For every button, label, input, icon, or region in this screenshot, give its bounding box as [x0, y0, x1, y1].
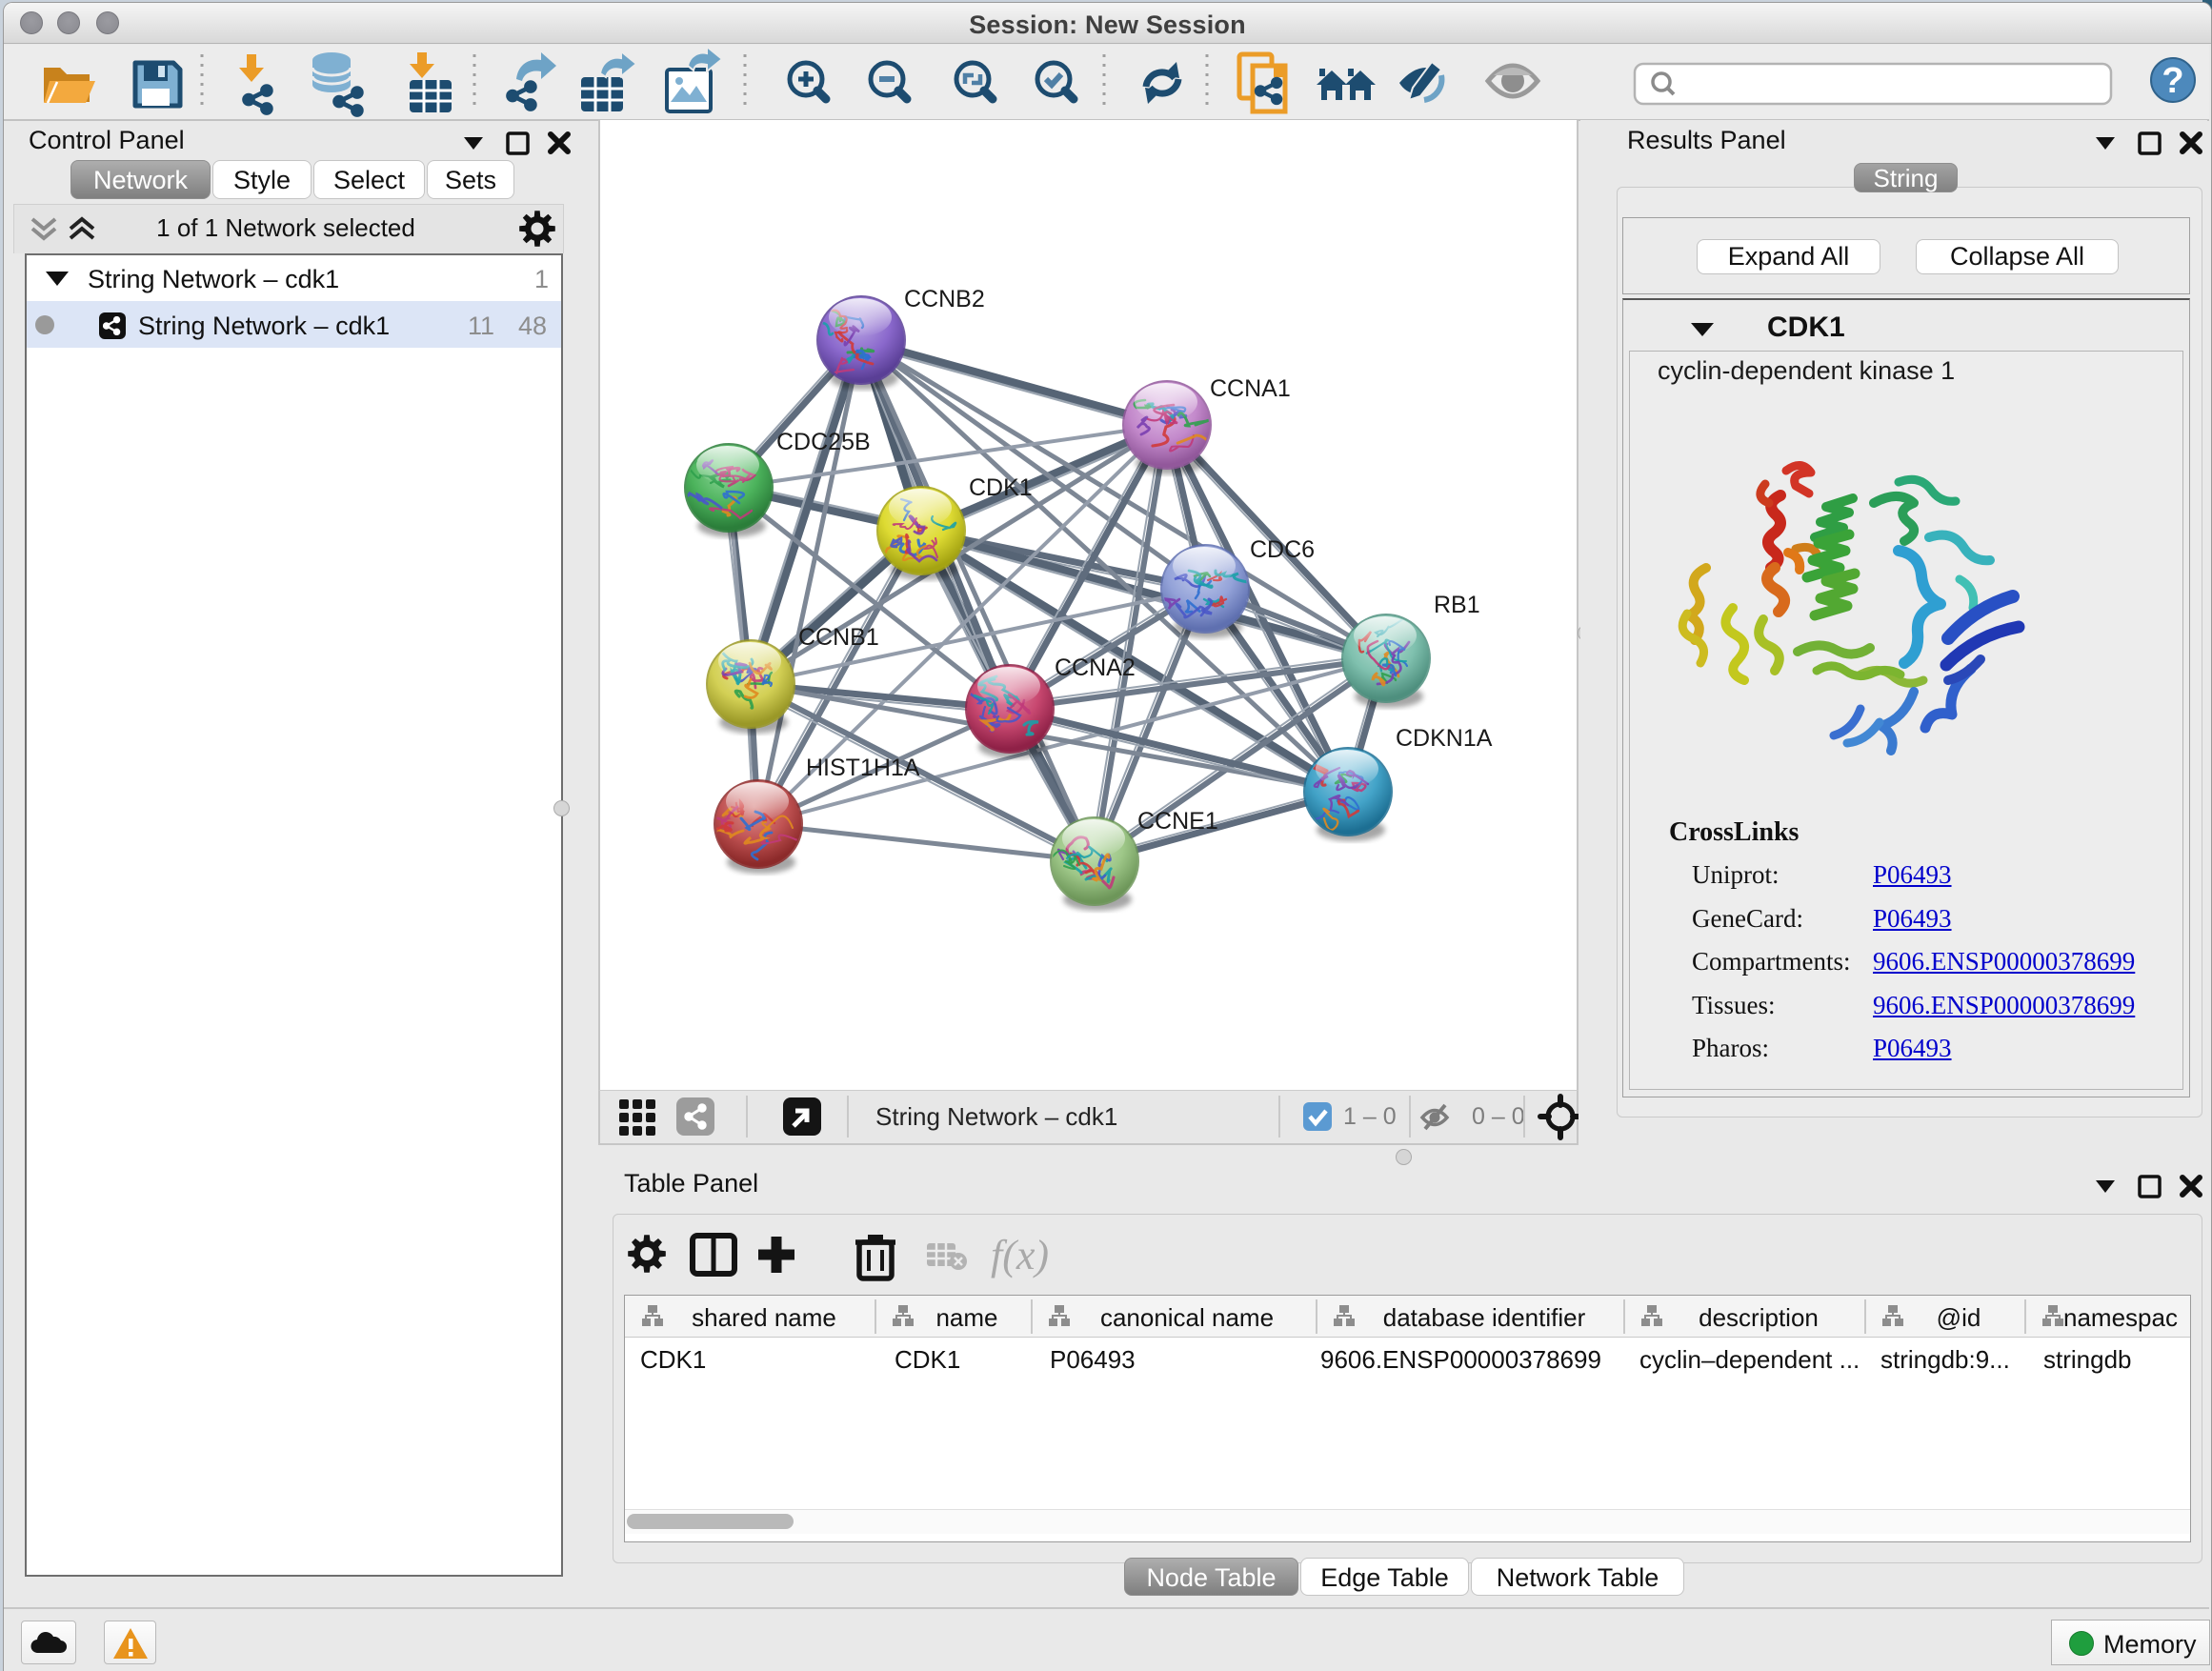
svg-text:CDK1: CDK1 — [969, 474, 1033, 501]
svg-text:canonical name: canonical name — [1100, 1303, 1274, 1332]
svg-text:CDC25B: CDC25B — [776, 429, 871, 455]
svg-text:CCNA1: CCNA1 — [1210, 375, 1291, 402]
svg-text:CCNB1: CCNB1 — [798, 624, 879, 651]
svg-text:?: ? — [2162, 61, 2183, 101]
svg-text:0 – 0: 0 – 0 — [1472, 1103, 1525, 1130]
svg-text:database identifier: database identifier — [1383, 1303, 1586, 1332]
svg-text:HIST1H1A: HIST1H1A — [806, 755, 920, 781]
svg-text:@id: @id — [1937, 1303, 1981, 1332]
svg-text:CDKN1A: CDKN1A — [1396, 725, 1493, 752]
svg-text:shared name: shared name — [692, 1303, 836, 1332]
svg-text:CDC6: CDC6 — [1250, 536, 1315, 563]
svg-text:CCNB2: CCNB2 — [904, 286, 985, 312]
svg-text:namespac: namespac — [2063, 1303, 2178, 1332]
svg-text:description: description — [1699, 1303, 1819, 1332]
svg-text:f(x): f(x) — [991, 1232, 1049, 1278]
svg-text:String Network – cdk1: String Network – cdk1 — [875, 1102, 1117, 1131]
svg-text:CCNA2: CCNA2 — [1055, 654, 1136, 681]
svg-text:CCNE1: CCNE1 — [1137, 808, 1218, 835]
svg-text:RB1: RB1 — [1434, 592, 1480, 618]
svg-text:name: name — [935, 1303, 997, 1332]
svg-text:1 – 0: 1 – 0 — [1343, 1103, 1397, 1130]
